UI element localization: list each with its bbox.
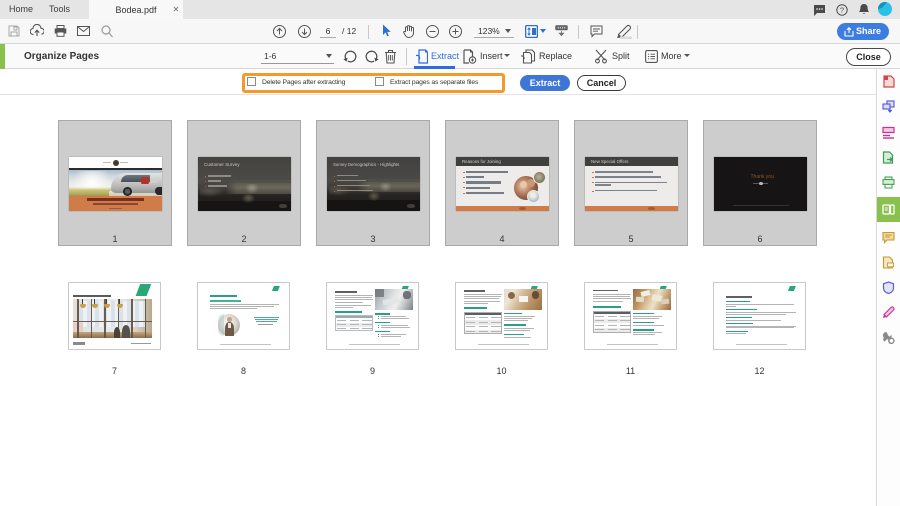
svg-text:?: ?	[840, 6, 844, 15]
